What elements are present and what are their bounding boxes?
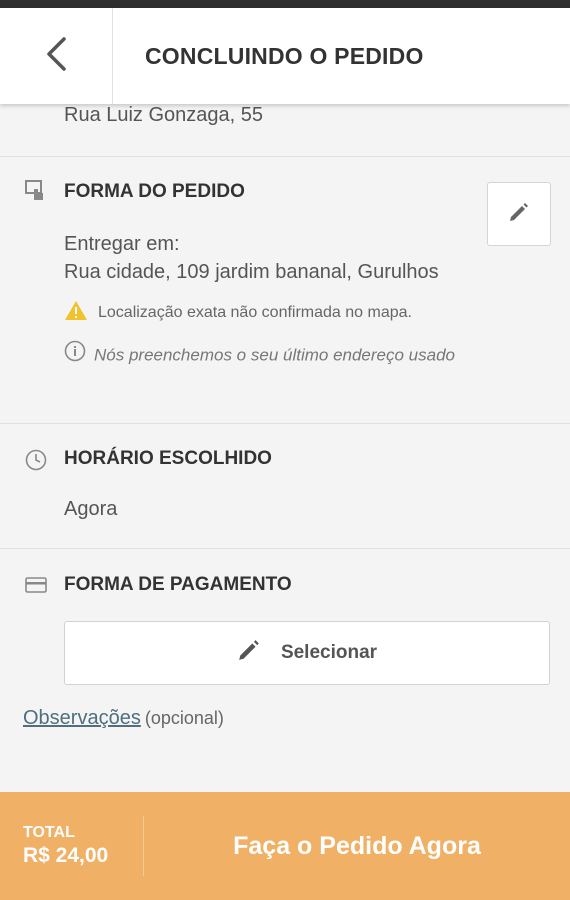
schedule-value: Agora [64,498,118,520]
edit-order-form-button[interactable] [487,182,551,246]
page-title: CONCLUINDO O PEDIDO [145,43,424,69]
select-payment-label: Selecionar [280,642,378,663]
place-order-button[interactable]: Faça o Pedido Agora [144,792,570,900]
select-payment-button[interactable]: Selecionar [64,621,550,685]
total-block: TOTAL R$ 24,00 [23,824,108,868]
divider [0,156,570,157]
pencil-icon [237,638,281,668]
divider [0,423,570,424]
warning-text: Localização exata não confirmada no mapa… [98,304,412,321]
info-text: Nós preenchemos o seu último endereço us… [94,345,455,365]
deliver-label: Entregar em: [64,233,180,255]
info-note: Nós preenchemos o seu último endereço us… [64,340,494,372]
checkout-footer: TOTAL R$ 24,00 Faça o Pedido Agora [0,792,570,900]
location-warning: Localização exata não confirmada no mapa… [64,300,412,326]
warning-icon [64,300,98,326]
previous-address: Rua Luiz Gonzaga, 55 [64,104,264,126]
info-icon [64,340,86,372]
tap-hand-icon [24,180,48,204]
total-value: R$ 24,00 [23,844,109,867]
observations-optional: (opcional) [144,708,224,728]
delivery-address: Rua cidade, 109 jardim bananal, Gurulhos [64,261,439,283]
observations-link[interactable]: Observações [23,707,141,729]
total-label: TOTAL [23,824,75,841]
pencil-icon [508,201,530,228]
app-bar: CONCLUINDO O PEDIDO [0,8,570,104]
observations-row: Observações (opcional) [23,707,224,730]
divider [0,548,570,549]
status-bar [0,0,570,8]
clock-icon [24,448,48,472]
payment-title: FORMA DE PAGAMENTO [64,574,292,595]
schedule-title: HORÁRIO ESCOLHIDO [64,448,272,469]
back-button[interactable] [0,8,113,104]
order-form-title: FORMA DO PEDIDO [64,181,245,202]
chevron-left-icon [44,36,68,77]
credit-card-icon [24,573,48,597]
